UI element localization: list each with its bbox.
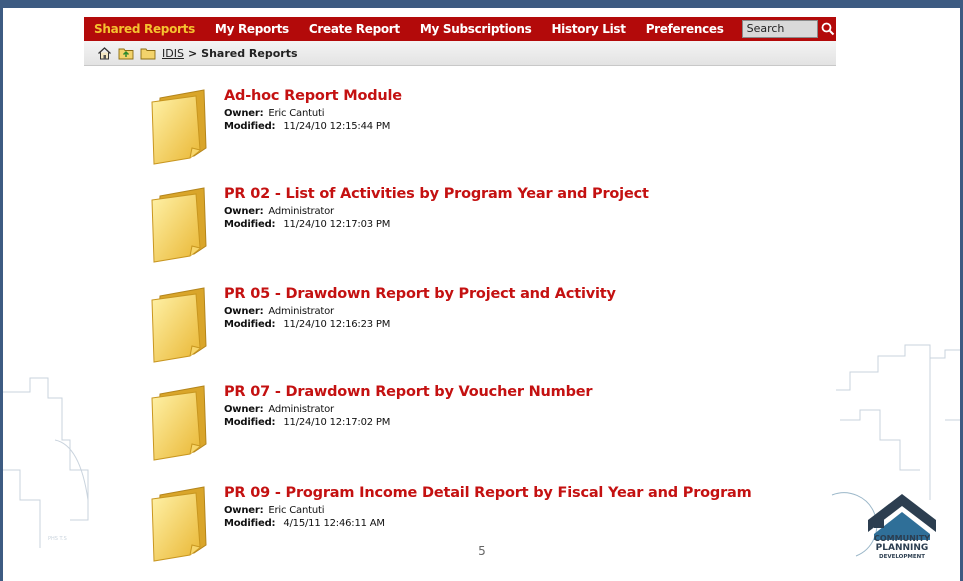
nav-my-reports[interactable]: My Reports: [205, 22, 299, 36]
owner-label: Owner:: [224, 505, 264, 516]
report-folder-icon[interactable]: [146, 384, 216, 464]
search-input[interactable]: Search: [741, 20, 819, 38]
report-modified: Modified: 11/24/10 12:17:02 PM: [224, 417, 390, 428]
report-owner: Owner: Administrator: [224, 306, 334, 317]
owner-value: Administrator: [268, 404, 334, 415]
report-owner: Owner: Administrator: [224, 206, 334, 217]
report-title-link[interactable]: PR 05 - Drawdown Report by Project and A…: [224, 286, 616, 302]
search-button[interactable]: [820, 20, 836, 38]
left-frame-strip: [0, 8, 3, 581]
owner-value: Eric Cantuti: [268, 505, 325, 516]
page-number: 5: [478, 544, 486, 558]
report-title-link[interactable]: Ad-hoc Report Module: [224, 88, 402, 104]
breadcrumb-root-link[interactable]: IDIS: [162, 47, 184, 60]
report-modified: Modified: 4/15/11 12:46:11 AM: [224, 518, 385, 529]
nav-shared-reports[interactable]: Shared Reports: [84, 22, 205, 36]
modified-value: 11/24/10 12:16:23 PM: [283, 319, 391, 330]
owner-value: Eric Cantuti: [268, 108, 325, 119]
modified-value: 4/15/11 12:46:11 AM: [283, 518, 385, 529]
report-modified: Modified: 11/24/10 12:15:44 PM: [224, 121, 390, 132]
logo-line-development: DEVELOPMENT: [879, 554, 925, 560]
modified-value: 11/24/10 12:17:02 PM: [283, 417, 391, 428]
report-item: PR 02 - List of Activities by Program Ye…: [146, 186, 766, 266]
nav-create-report[interactable]: Create Report: [299, 22, 410, 36]
breadcrumb: IDIS > Shared Reports: [162, 47, 298, 60]
svg-text:PHS T.S: PHS T.S: [48, 536, 67, 542]
report-item: PR 05 - Drawdown Report by Project and A…: [146, 286, 766, 366]
nav-my-subscriptions[interactable]: My Subscriptions: [410, 22, 542, 36]
nav-preferences[interactable]: Preferences: [636, 22, 734, 36]
home-icon[interactable]: [96, 45, 112, 61]
report-title-link[interactable]: PR 02 - List of Activities by Program Ye…: [224, 186, 649, 202]
modified-value: 11/24/10 12:17:03 PM: [283, 219, 391, 230]
report-item: PR 09 - Program Income Detail Report by …: [146, 485, 766, 565]
report-title-link[interactable]: PR 09 - Program Income Detail Report by …: [224, 485, 752, 501]
report-folder-icon[interactable]: [146, 88, 216, 168]
report-owner: Owner: Administrator: [224, 404, 334, 415]
report-owner: Owner: Eric Cantuti: [224, 505, 324, 516]
owner-value: Administrator: [268, 206, 334, 217]
logo-line-community: COMMUNITY: [873, 534, 930, 543]
modified-label: Modified:: [224, 121, 276, 132]
owner-value: Administrator: [268, 306, 334, 317]
modified-label: Modified:: [224, 417, 276, 428]
modified-label: Modified:: [224, 518, 276, 529]
report-folder-icon[interactable]: [146, 485, 216, 565]
owner-label: Owner:: [224, 108, 264, 119]
report-folder-icon[interactable]: [146, 286, 216, 366]
folder-up-icon[interactable]: [118, 45, 134, 61]
report-folder-icon[interactable]: [146, 186, 216, 266]
report-modified: Modified: 11/24/10 12:17:03 PM: [224, 219, 390, 230]
top-frame-strip: [0, 0, 963, 8]
report-item: Ad-hoc Report Module Owner: Eric Cantuti Mo…: [146, 88, 766, 168]
report-owner: Owner: Eric Cantuti: [224, 108, 324, 119]
breadcrumb-bar: IDIS > Shared Reports: [84, 41, 836, 66]
breadcrumb-current: Shared Reports: [201, 46, 298, 60]
logo-line-planning: PLANNING: [875, 543, 929, 553]
modified-label: Modified:: [224, 219, 276, 230]
owner-label: Owner:: [224, 404, 264, 415]
report-modified: Modified: 11/24/10 12:16:23 PM: [224, 319, 390, 330]
slide: PHS T.S Shared Reports My Reports Create…: [0, 0, 963, 581]
nav-history-list[interactable]: History List: [541, 22, 635, 36]
modified-value: 11/24/10 12:15:44 PM: [283, 121, 391, 132]
report-title-link[interactable]: PR 07 - Drawdown Report by Voucher Numbe…: [224, 384, 593, 400]
report-item: PR 07 - Drawdown Report by Voucher Numbe…: [146, 384, 766, 464]
owner-label: Owner:: [224, 206, 264, 217]
folder-icon[interactable]: [140, 45, 156, 61]
modified-label: Modified:: [224, 319, 276, 330]
breadcrumb-separator: >: [187, 46, 198, 60]
top-nav-bar: Shared Reports My Reports Create Report …: [84, 17, 836, 41]
owner-label: Owner:: [224, 306, 264, 317]
search-icon: [821, 22, 835, 36]
